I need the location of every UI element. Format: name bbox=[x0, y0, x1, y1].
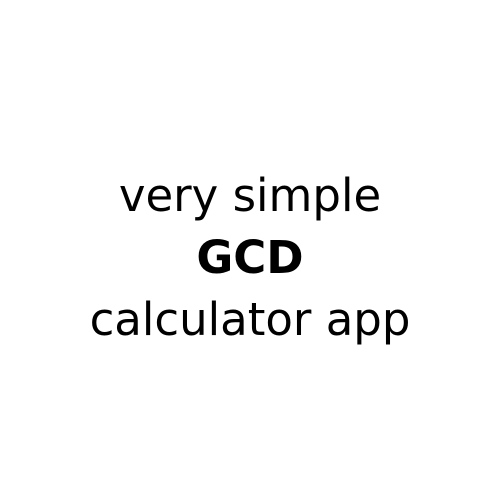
title-line-2: GCD bbox=[196, 231, 304, 284]
app-title: very simple GCD calculator app bbox=[0, 165, 500, 351]
title-line-3: calculator app bbox=[89, 293, 411, 346]
app-splash: very simple GCD calculator app bbox=[0, 0, 500, 500]
title-line-1: very simple bbox=[118, 169, 382, 222]
